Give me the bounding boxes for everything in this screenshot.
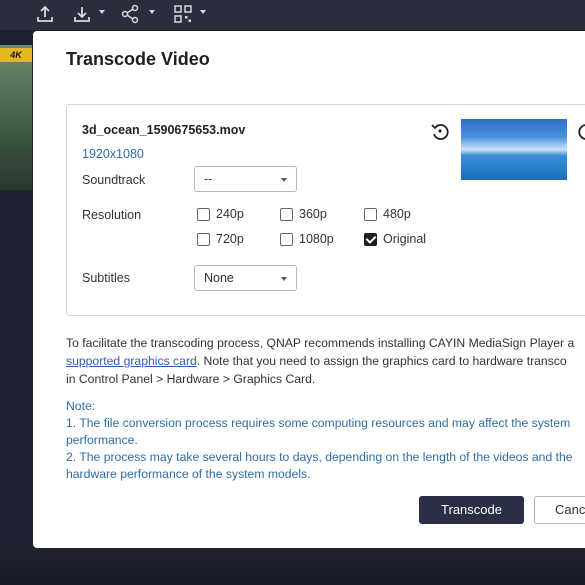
subtitles-label: Subtitles xyxy=(82,271,130,285)
dialog-title: Transcode Video xyxy=(66,49,210,69)
qr-menu-caret[interactable] xyxy=(200,10,206,14)
4k-badge: 4K xyxy=(0,48,32,62)
download-icon[interactable] xyxy=(72,4,92,24)
checkbox[interactable] xyxy=(197,233,210,246)
checkbox[interactable] xyxy=(280,233,293,246)
option-label: Original xyxy=(383,232,427,246)
file-name: 3d_ocean_1590675653.mov xyxy=(82,123,246,137)
subtitles-select[interactable]: None xyxy=(194,265,297,291)
rotate-right-icon[interactable] xyxy=(577,122,585,142)
info-line-3: in Control Panel > Hardware > Graphics C… xyxy=(66,372,316,386)
share-icon[interactable] xyxy=(120,4,140,24)
option-label: 480p xyxy=(383,207,411,221)
subtitles-value: None xyxy=(204,271,234,285)
supported-graphics-card-link[interactable]: supported graphics card xyxy=(66,354,197,368)
checkbox[interactable] xyxy=(280,208,293,221)
video-thumbnail xyxy=(461,119,567,180)
option-label: 360p xyxy=(299,207,327,221)
option-label: 240p xyxy=(216,207,244,221)
chevron-down-icon xyxy=(281,178,287,182)
chevron-down-icon xyxy=(281,277,287,281)
option-label: 720p xyxy=(216,232,244,246)
top-toolbar xyxy=(0,0,585,30)
info-line-1: To facilitate the transcoding process, Q… xyxy=(66,336,575,350)
upload-icon[interactable] xyxy=(35,4,55,24)
note-item-2a: 2. The process may take several hours to… xyxy=(66,450,573,464)
note-item-1b: performance. xyxy=(66,433,138,447)
rotate-icon[interactable] xyxy=(430,122,450,142)
soundtrack-label: Soundtrack xyxy=(82,173,146,187)
file-settings-panel: 3d_ocean_1590675653.mov 1920x1080 Soundt… xyxy=(66,104,585,316)
checkbox[interactable] xyxy=(364,208,377,221)
info-line-2-rest: . Note that you need to assign the graph… xyxy=(196,354,567,368)
transcode-button[interactable]: Transcode xyxy=(419,496,524,524)
background-video-thumbnail xyxy=(0,45,32,190)
background-bottom xyxy=(0,548,585,585)
soundtrack-value: -- xyxy=(204,172,213,186)
note-heading: Note: xyxy=(66,399,96,413)
info-text: To facilitate the transcoding process, Q… xyxy=(66,334,585,388)
info-line-2: supported graphics card. Note that you n… xyxy=(66,352,585,370)
file-resolution: 1920x1080 xyxy=(82,147,144,161)
option-label: 1080p xyxy=(299,232,334,246)
checkbox[interactable] xyxy=(197,208,210,221)
share-menu-caret[interactable] xyxy=(149,10,155,14)
download-menu-caret[interactable] xyxy=(99,10,105,14)
note-item-2b: hardware performance of the system model… xyxy=(66,467,311,481)
note-item-1a: 1. The file conversion process requires … xyxy=(66,416,571,430)
soundtrack-select[interactable]: -- xyxy=(194,166,297,192)
note-block: Note: 1. The file conversion process req… xyxy=(66,398,585,483)
resolution-label: Resolution xyxy=(82,208,142,222)
transcode-dialog: Transcode Video 3d_ocean_1590675653.mov … xyxy=(33,31,585,548)
cancel-button[interactable]: Canc xyxy=(534,496,585,524)
qr-code-icon[interactable] xyxy=(173,4,193,24)
checkbox-checked[interactable] xyxy=(364,233,377,246)
